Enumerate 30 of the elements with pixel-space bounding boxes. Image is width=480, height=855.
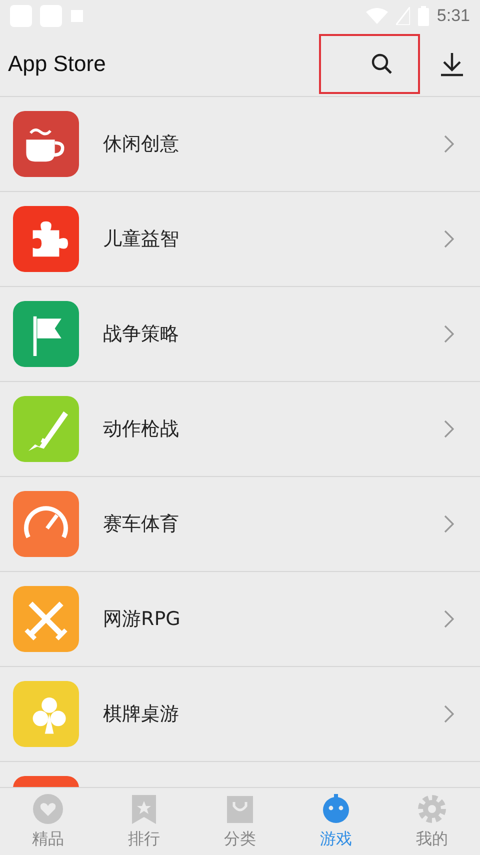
- category-label: 网游RPG: [103, 607, 182, 632]
- category-row[interactable]: 网游RPG: [0, 572, 480, 667]
- bag-icon: [225, 794, 255, 824]
- category-row[interactable]: 休闲创意: [0, 97, 480, 192]
- category-label: 儿童益智: [103, 227, 180, 252]
- robot-icon: [321, 794, 351, 824]
- clock: 5:31: [436, 6, 470, 26]
- category-row[interactable]: 战争策略: [0, 287, 480, 382]
- category-label: 休闲创意: [103, 132, 180, 157]
- download-icon: [439, 51, 465, 77]
- category-label: 动作枪战: [103, 417, 180, 442]
- chevron-right-icon: [444, 230, 454, 248]
- category-row[interactable]: 动作枪战: [0, 382, 480, 477]
- category-row[interactable]: 儿童益智: [0, 192, 480, 287]
- bookmark-star-icon: [129, 794, 159, 824]
- gear-icon: [417, 794, 447, 824]
- chevron-right-icon: [444, 325, 454, 343]
- chevron-right-icon: [444, 515, 454, 533]
- category-label: 赛车体育: [103, 512, 180, 537]
- chevron-right-icon: [444, 135, 454, 153]
- search-button[interactable]: [319, 34, 420, 94]
- category-row[interactable]: 赛车体育: [0, 477, 480, 572]
- chevron-right-icon: [444, 420, 454, 438]
- app-title: App Store: [8, 51, 107, 77]
- chevron-right-icon: [444, 610, 454, 628]
- chevron-right-icon: [444, 705, 454, 723]
- search-icon: [370, 52, 394, 76]
- category-label: 战争策略: [103, 322, 180, 347]
- category-row[interactable]: 棋牌桌游: [0, 667, 480, 762]
- category-label: 棋牌桌游: [103, 702, 180, 727]
